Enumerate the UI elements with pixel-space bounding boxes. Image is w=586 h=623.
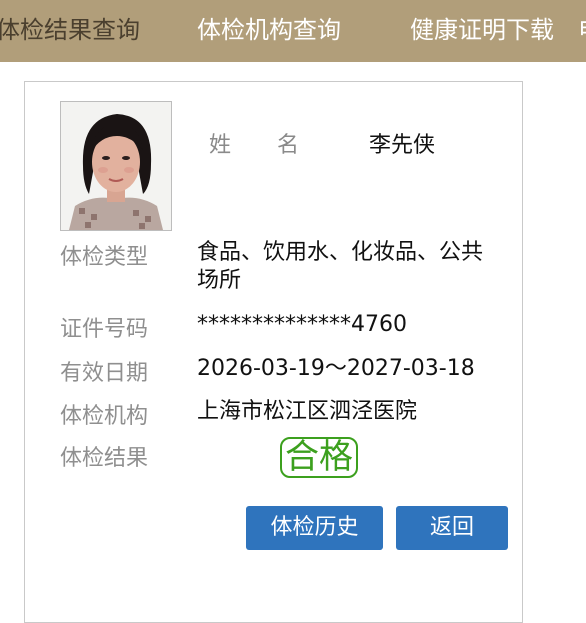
nav-tab-overflow[interactable]: 电	[578, 14, 586, 46]
exam-org-value: 上海市松江区泗泾医院	[197, 399, 418, 424]
back-button[interactable]: 返回	[396, 506, 508, 550]
top-nav: 体检结果查询 体检机构查询 健康证明下载 电	[0, 0, 586, 62]
health-cert-card: 姓名 李先侠 体检类型 食品、饮用水、化妆品、公共场所 证件号码 *******…	[24, 81, 523, 623]
valid-date-label: 有效日期	[60, 361, 149, 386]
person-photo-illustration	[61, 102, 171, 230]
name-value: 李先侠	[369, 133, 436, 158]
exam-type-value: 食品、饮用水、化妆品、公共场所	[197, 240, 484, 293]
person-photo	[60, 101, 172, 231]
nav-tab-exam-result-query[interactable]: 体检结果查询	[0, 14, 140, 46]
id-number-value: **************4760	[197, 312, 407, 337]
name-label: 姓名	[209, 127, 299, 159]
exam-result-badge: 合格	[280, 437, 358, 478]
exam-org-label: 体检机构	[60, 404, 149, 429]
id-number-label: 证件号码	[60, 317, 149, 342]
valid-date-value: 2026-03-19～2027-03-18	[197, 356, 475, 381]
name-label-char-2: 名	[277, 133, 300, 158]
name-label-char-1: 姓	[209, 133, 232, 158]
exam-history-button[interactable]: 体检历史	[246, 506, 383, 550]
exam-result-label: 体检结果	[60, 446, 149, 471]
nav-tab-exam-org-query[interactable]: 体检机构查询	[197, 14, 341, 46]
exam-type-label: 体检类型	[60, 245, 149, 270]
nav-tab-health-cert-download[interactable]: 健康证明下载	[410, 14, 554, 46]
